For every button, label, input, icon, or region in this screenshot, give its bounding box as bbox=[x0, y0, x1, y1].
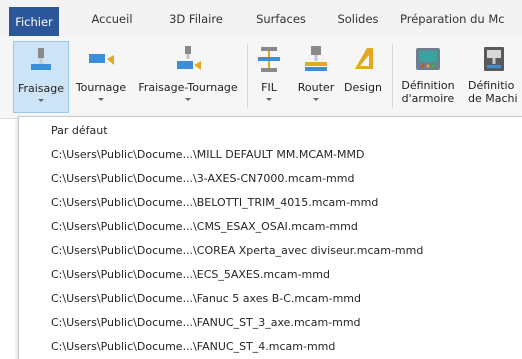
list-item[interactable]: C:\Users\Public\Docume...\FANUC_ST_4.mca… bbox=[19, 335, 522, 359]
wire-edm-icon bbox=[258, 47, 280, 72]
tab-surfaces[interactable]: Surfaces bbox=[248, 0, 314, 36]
machine-definition-icon bbox=[484, 47, 504, 71]
tab-3d-filaire[interactable]: 3D Filaire bbox=[160, 0, 232, 36]
menu-item-par-defaut[interactable]: Par défaut bbox=[19, 119, 522, 143]
mill-turn-icon bbox=[177, 46, 201, 70]
control-cabinet-icon bbox=[416, 48, 440, 70]
tab-solides[interactable]: Solides bbox=[330, 0, 386, 36]
chevron-down-icon bbox=[185, 98, 191, 101]
chevron-down-icon bbox=[266, 98, 272, 101]
list-item[interactable]: C:\Users\Public\Docume...\Fanuc 5 axes B… bbox=[19, 287, 522, 311]
tab-preparation[interactable]: Préparation du Mc bbox=[400, 0, 522, 36]
ribbon-separator bbox=[247, 44, 248, 108]
milling-icon bbox=[31, 48, 51, 70]
fil-button[interactable]: FIL bbox=[251, 41, 287, 113]
tab-fichier[interactable]: Fichier bbox=[9, 7, 59, 36]
fraisage-tournage-label: Fraisage-Tournage bbox=[138, 81, 238, 94]
ribbon-separator bbox=[392, 44, 393, 108]
list-item[interactable]: C:\Users\Public\Docume...\MILL DEFAULT M… bbox=[19, 143, 522, 167]
lathe-icon bbox=[89, 54, 114, 65]
definition-armoire-label: Définition d'armoire bbox=[401, 79, 455, 105]
tab-accueil[interactable]: Accueil bbox=[82, 0, 142, 36]
list-item[interactable]: C:\Users\Public\Docume...\3-AXES-CN7000.… bbox=[19, 167, 522, 191]
design-icon bbox=[355, 48, 373, 69]
list-item[interactable]: C:\Users\Public\Docume...\FANUC_ST_3_axe… bbox=[19, 311, 522, 335]
router-label: Router bbox=[297, 81, 335, 94]
design-button[interactable]: Design bbox=[340, 41, 386, 113]
ribbon-tab-bar: Fichier Accueil 3D Filaire Surfaces Soli… bbox=[0, 0, 522, 36]
fraisage-button[interactable]: Fraisage bbox=[13, 41, 69, 113]
chevron-down-icon bbox=[98, 98, 104, 101]
fraisage-label: Fraisage bbox=[17, 82, 65, 95]
router-icon bbox=[305, 46, 327, 71]
chevron-down-icon bbox=[313, 98, 319, 101]
list-item[interactable]: C:\Users\Public\Docume...\ECS_5AXES.mcam… bbox=[19, 263, 522, 287]
workspace-background bbox=[0, 119, 20, 358]
definition-machine-button[interactable]: Définitio de Machi bbox=[466, 41, 522, 113]
list-item[interactable]: C:\Users\Public\Docume...\CMS_ESAX_OSAI.… bbox=[19, 215, 522, 239]
list-item[interactable]: C:\Users\Public\Docume...\BELOTTI_TRIM_4… bbox=[19, 191, 522, 215]
tournage-label: Tournage bbox=[75, 81, 127, 94]
design-label: Design bbox=[344, 81, 382, 94]
fil-label: FIL bbox=[261, 81, 277, 94]
ribbon-panel: Fraisage Tournage Fraisage-Tournage FIL bbox=[0, 36, 522, 119]
definition-machine-label: Définitio de Machi bbox=[468, 79, 518, 105]
machine-definition-dropdown: Par défaut C:\Users\Public\Docume...\MIL… bbox=[18, 116, 522, 359]
tournage-button[interactable]: Tournage bbox=[71, 41, 131, 113]
definition-armoire-button[interactable]: Définition d'armoire bbox=[397, 41, 459, 113]
fraisage-tournage-button[interactable]: Fraisage-Tournage bbox=[133, 41, 243, 113]
list-item[interactable]: C:\Users\Public\Docume...\COREA Xperta_a… bbox=[19, 239, 522, 263]
router-button[interactable]: Router bbox=[293, 41, 339, 113]
chevron-down-icon bbox=[38, 99, 44, 102]
